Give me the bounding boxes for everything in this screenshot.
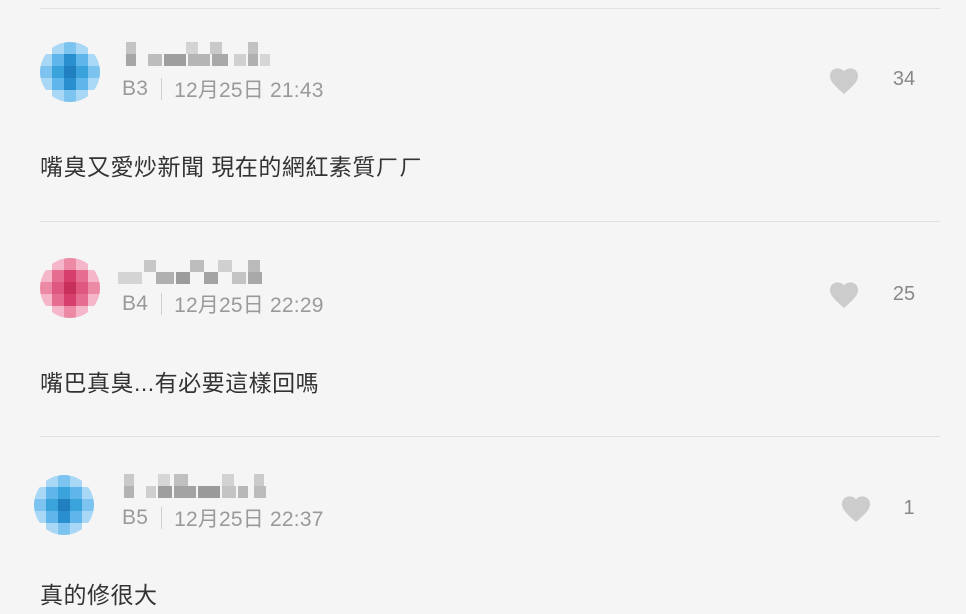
timestamp: 12月25日 22:29	[174, 294, 324, 317]
comment-meta: B3 12月25日 21:43	[122, 76, 324, 102]
meta-separator	[161, 293, 163, 315]
timestamp: 12月25日 22:37	[174, 508, 324, 531]
comment-item: B5 12月25日 22:37 1 真的修很大	[34, 437, 940, 614]
floor-label: B3	[122, 77, 149, 100]
heart-icon[interactable]	[839, 493, 873, 523]
avatar[interactable]	[40, 42, 100, 102]
like-count: 34	[892, 68, 916, 90]
comment-content: 嘴巴真臭...有必要這樣回嗎	[40, 370, 320, 396]
comment-content: 嘴臭又愛炒新聞 現在的網紅素質ㄏㄏ	[40, 154, 423, 180]
timestamp: 12月25日 21:43	[174, 79, 324, 102]
comment-meta: B4 12月25日 22:29	[122, 291, 324, 317]
avatar[interactable]	[40, 258, 100, 318]
comment-item: B4 12月25日 22:29 25 嘴巴真臭...有必要這樣回嗎	[40, 222, 940, 437]
username-blurred[interactable]	[124, 40, 274, 66]
meta-separator	[161, 507, 163, 529]
heart-icon[interactable]	[827, 65, 861, 95]
like-count: 25	[892, 283, 916, 305]
heart-icon[interactable]	[827, 279, 861, 309]
comment-item: B3 12月25日 21:43 34 嘴臭又愛炒新聞 現在的網紅素質ㄏㄏ	[40, 0, 940, 222]
username-blurred[interactable]	[124, 472, 274, 498]
comment-content: 真的修很大	[40, 582, 158, 608]
floor-label: B5	[122, 506, 149, 529]
avatar[interactable]	[34, 475, 94, 535]
comment-meta: B5 12月25日 22:37	[122, 505, 324, 531]
floor-label: B4	[122, 292, 149, 315]
like-count: 1	[903, 497, 915, 519]
username-blurred[interactable]	[118, 258, 268, 284]
meta-separator	[161, 78, 163, 100]
